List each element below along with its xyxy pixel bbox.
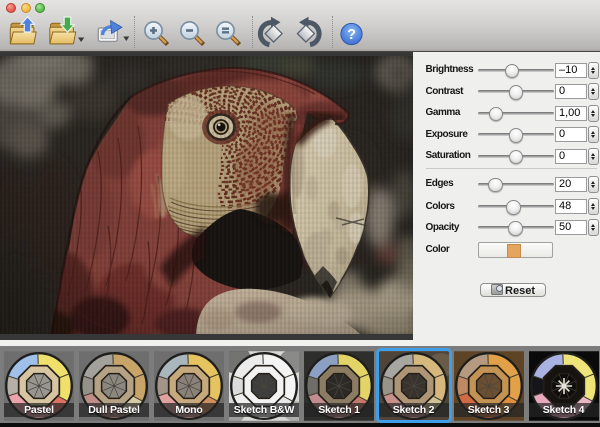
svg-text:?: ? [347, 27, 356, 43]
